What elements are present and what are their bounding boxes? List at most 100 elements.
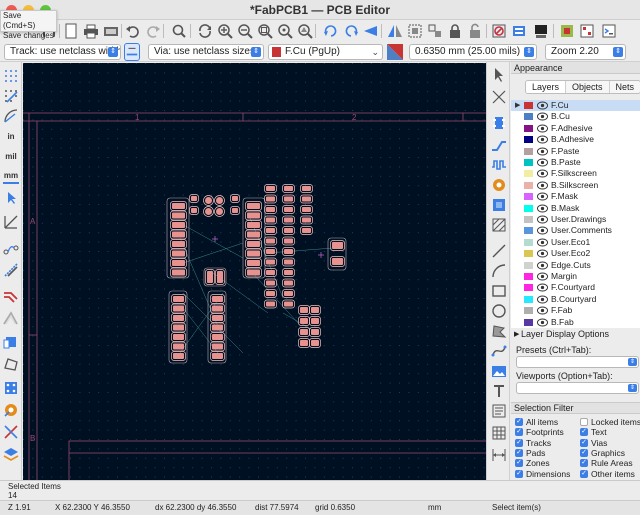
- millimeters-button[interactable]: mm: [3, 168, 19, 184]
- eye-icon[interactable]: [537, 215, 548, 224]
- zoom-selection-button[interactable]: [296, 22, 314, 40]
- zoom-objects-button[interactable]: [276, 22, 294, 40]
- lock-button[interactable]: [446, 22, 464, 40]
- eye-icon[interactable]: [537, 318, 548, 327]
- checkmark-icon[interactable]: ✓: [515, 469, 523, 478]
- eye-icon[interactable]: [537, 192, 548, 201]
- add-zone-button[interactable]: [490, 196, 507, 213]
- layer-color-swatch[interactable]: [524, 204, 533, 212]
- curved-ratsnest-button[interactable]: [3, 242, 19, 258]
- layer-color-swatch[interactable]: [524, 181, 533, 189]
- layer-color-swatch[interactable]: [524, 250, 533, 258]
- zone-outline-button[interactable]: [3, 356, 19, 372]
- draw-rectangle-button[interactable]: [490, 282, 507, 299]
- layer-color-swatch[interactable]: [524, 147, 533, 155]
- draw-polygon-button[interactable]: [490, 322, 507, 339]
- pads-sketch-button[interactable]: [3, 380, 19, 396]
- layer-color-swatch[interactable]: [524, 261, 533, 269]
- layer-color-swatch[interactable]: [524, 113, 533, 121]
- layer-color-swatch[interactable]: [524, 170, 533, 178]
- layer-color-swatch[interactable]: [524, 136, 533, 144]
- checkmark-icon[interactable]: ✓: [515, 448, 523, 457]
- local-ratsnest-button[interactable]: [490, 88, 507, 105]
- footprint-wizard-button[interactable]: [578, 22, 596, 40]
- zoom-out-button[interactable]: [236, 22, 254, 40]
- pcb-canvas[interactable]: 1 2 A B: [23, 63, 486, 480]
- checkmark-icon[interactable]: ✓: [515, 459, 523, 468]
- layers-manager-button[interactable]: [3, 446, 19, 462]
- layer-row[interactable]: F.Fab: [511, 305, 640, 316]
- netlist-button[interactable]: [510, 22, 528, 40]
- layer-color-swatch[interactable]: [524, 307, 533, 315]
- eye-icon[interactable]: [537, 169, 548, 178]
- tracks-sketch-button[interactable]: [3, 424, 19, 440]
- eye-icon[interactable]: [537, 135, 548, 144]
- rule-area-button[interactable]: [490, 216, 507, 233]
- eye-icon[interactable]: [537, 226, 548, 235]
- draw-arc-button[interactable]: [490, 262, 507, 279]
- add-table-button[interactable]: [490, 424, 507, 441]
- eye-icon[interactable]: [537, 238, 548, 247]
- tune-length-button[interactable]: [490, 156, 507, 173]
- board-view[interactable]: 1 2 A B: [23, 63, 486, 480]
- rotate-cw-button[interactable]: [342, 22, 360, 40]
- eye-icon[interactable]: [537, 158, 548, 167]
- layer-color-swatch[interactable]: [524, 295, 533, 303]
- eye-icon[interactable]: [537, 112, 548, 121]
- inches-button[interactable]: in: [3, 128, 19, 144]
- eye-icon[interactable]: [537, 249, 548, 258]
- checkmark-icon[interactable]: ✓: [515, 428, 523, 437]
- layer-row[interactable]: B.Courtyard: [511, 294, 640, 305]
- zoom-select[interactable]: Zoom 2.20 ⇕: [545, 44, 626, 60]
- viewports-select[interactable]: ⇕: [516, 382, 639, 394]
- flip-button[interactable]: [362, 22, 380, 40]
- layer-row[interactable]: F.Silkscreen: [511, 168, 640, 179]
- eye-icon[interactable]: [537, 272, 548, 281]
- add-text-button[interactable]: [490, 382, 507, 399]
- plot-button[interactable]: [102, 22, 120, 40]
- layer-row[interactable]: User.Drawings: [511, 214, 640, 225]
- mirror-button[interactable]: [386, 22, 404, 40]
- layer-select[interactable]: F.Cu (PgUp) ⌄: [268, 44, 383, 60]
- grid-select[interactable]: 0.6350 mm (25.00 mils) ⇕: [409, 44, 537, 60]
- layer-color-swatch[interactable]: [524, 318, 533, 326]
- layer-color-swatch[interactable]: [524, 216, 533, 223]
- layer-color-swatch[interactable]: [524, 284, 533, 292]
- eye-icon[interactable]: [537, 204, 548, 213]
- vias-sketch-button[interactable]: [3, 402, 19, 418]
- empty-checkbox-icon[interactable]: [580, 418, 588, 426]
- refresh-button[interactable]: [196, 22, 214, 40]
- layer-row[interactable]: ▶ F.Cu: [511, 100, 640, 112]
- zoom-fit-button[interactable]: [256, 22, 274, 40]
- net-color-button[interactable]: [3, 262, 19, 278]
- eye-icon[interactable]: [537, 295, 548, 304]
- layer-row[interactable]: F.Adhesive: [511, 123, 640, 134]
- layer-row[interactable]: B.Paste: [511, 157, 640, 168]
- layer-row[interactable]: User.Eco2: [511, 248, 640, 259]
- tab-objects[interactable]: Objects: [566, 81, 610, 93]
- layer-row[interactable]: B.Adhesive: [511, 134, 640, 145]
- rotate-ccw-button[interactable]: [322, 22, 340, 40]
- ungroup-button[interactable]: [426, 22, 444, 40]
- eye-icon[interactable]: [537, 306, 548, 315]
- checkmark-icon[interactable]: ✓: [580, 448, 588, 457]
- update-pcb-button[interactable]: [532, 22, 550, 40]
- checkmark-icon[interactable]: ✓: [580, 428, 588, 437]
- checkmark-icon[interactable]: ✓: [515, 438, 523, 447]
- auto-track-width-button[interactable]: [124, 43, 140, 61]
- redo-button[interactable]: [144, 22, 162, 40]
- zoom-in-button[interactable]: [216, 22, 234, 40]
- via-size-select[interactable]: Via: use netclass sizes ⇕: [148, 44, 264, 60]
- polar-coords-button[interactable]: [3, 108, 19, 124]
- layer-row[interactable]: F.Courtyard: [511, 282, 640, 293]
- show-tracks-button[interactable]: [3, 288, 19, 304]
- eye-icon[interactable]: [537, 124, 548, 133]
- layer-color-swatch[interactable]: [524, 102, 533, 109]
- layer-color-swatch[interactable]: [524, 273, 533, 280]
- eye-icon[interactable]: [537, 261, 548, 270]
- print-button[interactable]: [82, 22, 100, 40]
- layer-row[interactable]: B.Mask: [511, 203, 640, 214]
- layer-row[interactable]: Edge.Cuts: [511, 260, 640, 271]
- find-button[interactable]: [170, 22, 188, 40]
- draw-bezier-button[interactable]: [490, 342, 507, 359]
